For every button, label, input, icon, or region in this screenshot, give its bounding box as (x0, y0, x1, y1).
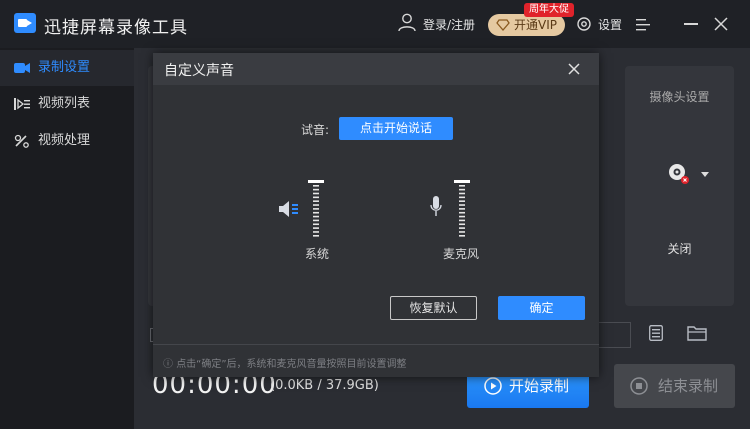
vip-button[interactable]: 开通VIP (488, 14, 565, 36)
tools-icon (14, 134, 29, 148)
user-icon[interactable] (397, 12, 417, 32)
app-title: 迅捷屏幕录像工具 (44, 18, 188, 38)
custom-sound-dialog: 自定义声音 试音: 点击开始说话 系统 麦克风 恢复默认 确定 ⓘ 点击“确定”… (153, 53, 599, 377)
volume-tick (313, 196, 319, 199)
promo-badge: 周年大促 (524, 3, 574, 17)
volume-tick (459, 211, 465, 214)
app-logo-icon (14, 13, 36, 33)
volume-tick (313, 204, 319, 206)
file-list-icon[interactable] (649, 325, 663, 341)
title-bar: 迅捷屏幕录像工具 登录/注册 开通VIP 周年大促 设置 (0, 0, 750, 48)
confirm-button[interactable]: 确定 (498, 296, 585, 320)
close-icon[interactable] (713, 16, 729, 32)
volume-tick (459, 188, 465, 191)
start-recording-label: 开始录制 (509, 377, 570, 395)
dialog-note-text: 点击“确定”后，系统和麦克风音量按照目前设置调整 (176, 359, 407, 370)
microphone-volume-label: 麦克风 (443, 247, 480, 261)
video-camera-icon (14, 63, 30, 73)
volume-tick (313, 188, 319, 191)
storage-info: (0.0KB / 37.9GB) (270, 378, 379, 393)
sidebar-item-label: 录制设置 (38, 60, 91, 75)
settings-link[interactable]: 设置 (598, 16, 622, 33)
sidebar-item-video-processing[interactable]: 视频处理 (0, 123, 134, 159)
dialog-divider (153, 344, 599, 345)
volume-tick (459, 204, 465, 206)
sidebar-item-label: 视频列表 (38, 96, 91, 111)
login-link[interactable]: 登录/注册 (423, 16, 475, 33)
diamond-icon (496, 19, 510, 31)
volume-tick (313, 208, 319, 210)
volume-tick (313, 200, 319, 202)
start-speaking-button[interactable]: 点击开始说话 (339, 117, 453, 140)
volume-tick (459, 223, 465, 226)
speaker-icon (279, 201, 298, 217)
volume-tick (459, 185, 465, 187)
volume-tick (459, 231, 465, 233)
dialog-header: 自定义声音 (153, 53, 599, 85)
volume-tick (313, 192, 319, 195)
volume-tick (313, 211, 319, 214)
gear-icon[interactable] (576, 16, 592, 32)
volume-tick (313, 227, 319, 229)
webcam-icon[interactable] (668, 163, 690, 185)
microphone-icon (430, 196, 442, 216)
sidebar: 录制设置 视频列表 视频处理 (0, 48, 134, 429)
system-volume-label: 系统 (305, 247, 330, 261)
camera-status: 关闭 (667, 242, 692, 256)
vip-label: 开通VIP (514, 18, 557, 32)
volume-handle[interactable] (308, 180, 324, 183)
camera-settings-title: 摄像头设置 (649, 90, 710, 104)
volume-tick (313, 235, 319, 237)
system-volume-slider[interactable] (307, 177, 325, 237)
volume-tick (459, 208, 465, 210)
list-play-icon (14, 98, 30, 110)
camera-panel: 摄像头设置 关闭 (625, 66, 734, 306)
dialog-title: 自定义声音 (164, 63, 234, 79)
dialog-note: ⓘ 点击“确定”后，系统和麦克风音量按照目前设置调整 (163, 355, 407, 370)
volume-tick (459, 215, 465, 218)
play-icon (484, 377, 502, 395)
sidebar-item-record-settings[interactable]: 录制设置 (0, 50, 134, 86)
camera-dropdown-icon[interactable] (701, 172, 709, 177)
folder-icon[interactable] (687, 325, 707, 341)
volume-tick (459, 192, 465, 195)
volume-tick (459, 235, 465, 237)
output-path-field[interactable] (598, 322, 631, 348)
menu-icon[interactable] (636, 19, 650, 31)
sidebar-item-video-list[interactable]: 视频列表 (0, 86, 134, 122)
reset-default-button[interactable]: 恢复默认 (390, 296, 477, 320)
volume-tick (459, 227, 465, 229)
volume-tick (459, 200, 465, 202)
volume-tick (313, 223, 319, 226)
test-sound-label: 试音: (301, 123, 330, 137)
volume-tick (313, 185, 319, 187)
volume-tick (313, 219, 319, 222)
close-icon[interactable] (567, 62, 581, 76)
volume-tick (313, 215, 319, 218)
info-icon: ⓘ (163, 359, 177, 370)
volume-tick (459, 219, 465, 222)
stop-recording-label: 结束录制 (658, 377, 719, 395)
microphone-volume-slider[interactable] (453, 177, 471, 237)
sidebar-item-label: 视频处理 (38, 133, 91, 148)
minimize-icon[interactable] (684, 23, 698, 25)
volume-tick (313, 231, 319, 233)
volume-tick (459, 196, 465, 199)
stop-icon (630, 377, 648, 395)
stop-recording-button[interactable]: 结束录制 (614, 364, 735, 408)
volume-handle[interactable] (454, 180, 470, 183)
